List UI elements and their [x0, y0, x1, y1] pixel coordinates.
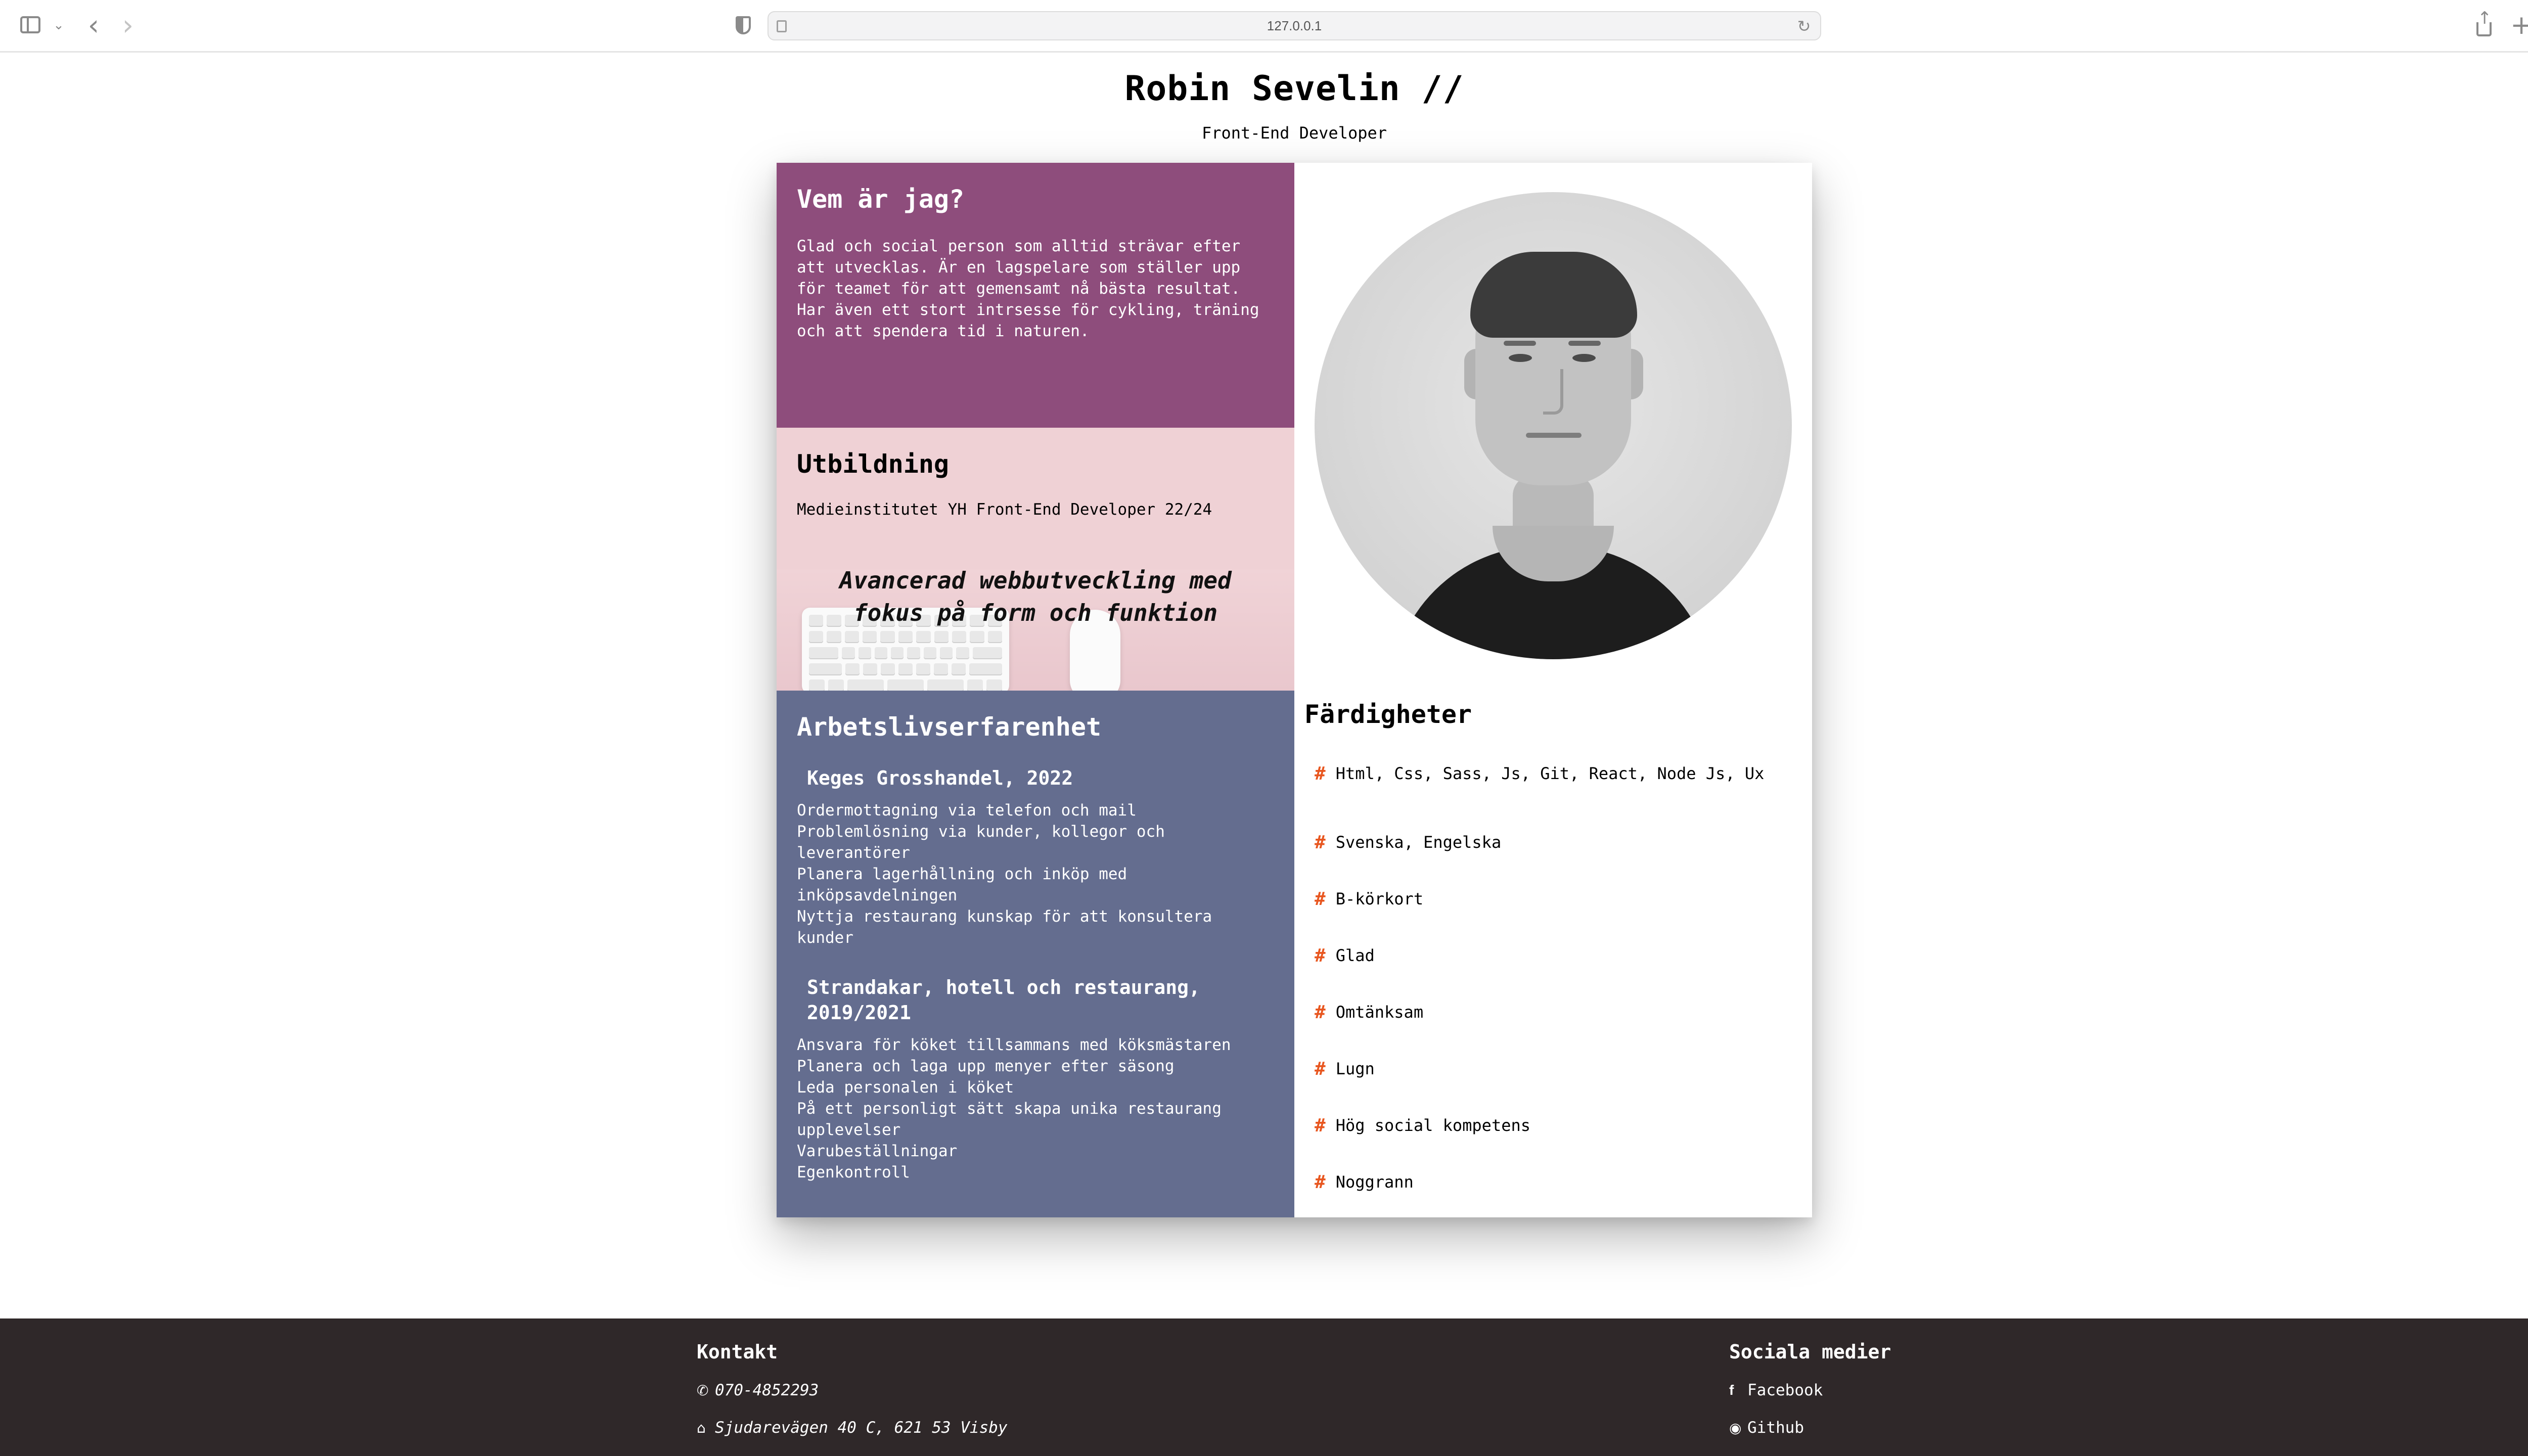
github-label[interactable]: Github — [1747, 1419, 1804, 1437]
about-heading: Vem är jag? — [797, 185, 965, 214]
skill-label: Noggrann — [1335, 1172, 1414, 1192]
share-icon[interactable]: ↑ — [2471, 8, 2497, 38]
skill-item: # Html, Css, Sass, Js, Git, React, Node J… — [1315, 757, 1764, 790]
github-icon: ◉ — [1729, 1419, 1742, 1436]
address-bar-url[interactable]: 127.0.0.1 — [769, 12, 1820, 39]
job-duty: Problemlösning via kunder, kollegor och … — [797, 823, 1165, 862]
footer: Kontakt ✆ 070-4852293 ⌂ Sjudarevägen 40 … — [0, 1318, 2528, 1456]
hash-icon: # — [1315, 1115, 1326, 1136]
job-duty: Ordermottagning via telefon och mail — [797, 801, 1137, 820]
profile-photo — [1315, 192, 1792, 659]
privacy-shield-icon[interactable] — [732, 14, 754, 36]
job-duty: Planera lagerhållning och inköp med inkö… — [797, 865, 1127, 904]
about-text: Glad och social person som alltid sträva… — [797, 237, 1259, 340]
work-section: Arbetslivserfarenhet Keges Grosshandel, … — [777, 691, 1294, 1217]
job-duty: Egenkontroll — [797, 1163, 910, 1181]
page-title: Robin Sevelin // — [1124, 69, 1464, 109]
skill-label: Svenska, Engelska — [1335, 833, 1502, 852]
new-tab-icon[interactable]: + — [2509, 10, 2528, 40]
address-bar[interactable]: 127.0.0.1 ↻ — [768, 11, 1821, 40]
about-section: Vem är jag? Glad och social person som a… — [777, 163, 1294, 428]
hash-icon: # — [1315, 1171, 1326, 1193]
hash-icon: # — [1315, 945, 1326, 966]
sidebar-toggle-icon[interactable] — [20, 16, 40, 33]
address-text: Sjudarevägen 40 C, 621 53 Visby — [715, 1419, 1008, 1437]
reload-icon[interactable]: ↻ — [1795, 16, 1813, 36]
facebook-link[interactable]: f Facebook — [1729, 1381, 1823, 1399]
hash-icon: # — [1315, 1058, 1326, 1079]
facebook-icon: f — [1729, 1382, 1734, 1398]
skill-item: # Glad — [1315, 927, 1764, 984]
hash-icon: # — [1315, 832, 1326, 853]
back-arrow-icon[interactable]: ‹ — [81, 9, 106, 42]
job-duty: Nyttja restaurang kunskap för att konsul… — [797, 907, 1212, 947]
skill-label: Html, Css, Sass, Js, Git, React, Node Js… — [1335, 764, 1765, 783]
skill-item: # Omtänksam — [1315, 984, 1764, 1040]
job-title: Keges Grosshandel, 2022 — [807, 767, 1073, 789]
skill-item: # Lugn — [1315, 1040, 1764, 1097]
skill-item: # Svenska, Engelska — [1315, 814, 1764, 871]
job-duty: Ansvara för köket tillsammans med köksmä… — [797, 1036, 1231, 1054]
job-entry: Keges Grosshandel, 2022 Ordermottagning … — [797, 765, 1274, 948]
job-title: Strandakar, hotell och restaurang, 2019/… — [807, 976, 1200, 1024]
skill-item: # B-körkort — [1315, 871, 1764, 927]
job-duty: Leda personalen i köket — [797, 1078, 1014, 1097]
job-duties: Ansvara för köket tillsammans med köksmä… — [797, 1034, 1274, 1183]
hash-icon: # — [1315, 1002, 1326, 1023]
job-entry: Strandakar, hotell och restaurang, 2019/… — [797, 975, 1274, 1183]
job-duty: Planera och laga upp menyer efter säsong — [797, 1057, 1175, 1075]
home-icon: ⌂ — [697, 1419, 706, 1436]
education-section: Utbildning Medieinstitutet YH Front-End … — [777, 428, 1294, 691]
skill-item: # Hög social kompetens — [1315, 1097, 1764, 1154]
job-duty: Varubeställningar — [797, 1142, 958, 1160]
skill-label: B-körkort — [1335, 889, 1424, 908]
contact-heading: Kontakt — [697, 1341, 778, 1363]
github-link[interactable]: ◉ Github — [1729, 1419, 1804, 1437]
skills-heading: Färdigheter — [1304, 700, 1472, 729]
job-duty: På ett personligt sätt skapa unika resta… — [797, 1100, 1222, 1139]
skill-label: Hög social kompetens — [1335, 1116, 1530, 1135]
page-subtitle: Front-End Developer — [1201, 123, 1387, 143]
work-heading: Arbetslivserfarenhet — [797, 712, 1102, 742]
contact-address: ⌂ Sjudarevägen 40 C, 621 53 Visby — [697, 1419, 1008, 1437]
browser-toolbar: ⌄ ‹ › 127.0.0.1 ↻ ↑ + — [0, 0, 2528, 53]
phone-icon: ✆ — [697, 1382, 709, 1399]
education-tagline: Avancerad webbutveckling med fokus på fo… — [839, 567, 1232, 626]
education-heading: Utbildning — [797, 449, 950, 479]
chevron-down-icon[interactable]: ⌄ — [49, 15, 69, 35]
forward-arrow-icon[interactable]: › — [115, 9, 141, 42]
education-entry: Medieinstitutet YH Front-End Developer 2… — [797, 500, 1212, 519]
hash-icon: # — [1315, 763, 1326, 784]
cv-card: Vem är jag? Glad och social person som a… — [777, 163, 1812, 1217]
job-duties: Ordermottagning via telefon och mail Pro… — [797, 800, 1274, 948]
phone-number[interactable]: 070-4852293 — [715, 1381, 819, 1399]
skill-label: Lugn — [1335, 1059, 1375, 1078]
skills-list: # Html, Css, Sass, Js, Git, React, Node J… — [1315, 757, 1764, 1210]
contact-phone[interactable]: ✆ 070-4852293 — [697, 1381, 819, 1399]
facebook-label[interactable]: Facebook — [1747, 1381, 1823, 1399]
social-heading: Sociala medier — [1729, 1341, 1891, 1363]
skill-label: Omtänksam — [1335, 1003, 1424, 1022]
skill-label: Glad — [1335, 946, 1375, 965]
hash-icon: # — [1315, 888, 1326, 909]
skill-item: # Noggrann — [1315, 1154, 1764, 1210]
